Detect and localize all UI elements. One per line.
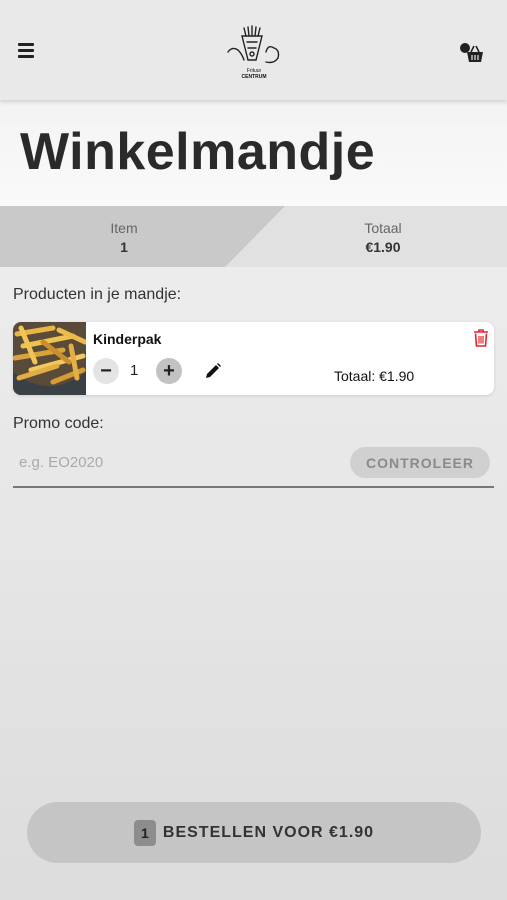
trash-icon [474, 329, 488, 347]
summary-item-value: 1 [120, 239, 128, 255]
minus-icon: − [100, 359, 112, 382]
order-item-count-badge: 1 [133, 819, 156, 846]
item-line-total: Totaal: €1.90 [334, 368, 415, 384]
top-bar: Frituur CENTRUM [0, 0, 507, 100]
summary-total: Totaal €1.90 [303, 220, 463, 255]
title-area: Winkelmandje [0, 100, 507, 206]
logo-text-bottom: CENTRUM [241, 74, 267, 80]
logo[interactable]: Frituur CENTRUM [222, 24, 286, 82]
cart-icon[interactable] [458, 42, 486, 64]
logo-fries-icon [227, 25, 280, 64]
place-order-label: BESTELLEN VOOR €1.90 [162, 823, 375, 841]
product-name: Kinderpak [93, 331, 162, 347]
pencil-icon [206, 363, 221, 378]
cart-item-card: Kinderpak − 1 + Totaal: €1.90 [13, 322, 494, 395]
product-image [13, 322, 86, 395]
summary-total-value: €1.90 [365, 239, 401, 255]
products-section-label: Producten in je mandje: [13, 286, 182, 303]
page-title: Winkelmandje [20, 123, 376, 181]
quantity-increase-button[interactable]: + [156, 358, 182, 384]
summary-item-label: Item [110, 220, 138, 236]
promo-code-input[interactable] [13, 446, 333, 478]
check-promo-button[interactable]: CONTROLEER [350, 447, 490, 478]
quantity-value: 1 [130, 362, 139, 379]
place-order-button[interactable]: 1 BESTELLEN VOOR €1.90 [27, 802, 481, 863]
edit-item-button[interactable] [203, 361, 223, 381]
promo-code-label: Promo code: [13, 415, 104, 432]
summary-total-label: Totaal [364, 220, 402, 236]
hamburger-menu-icon[interactable] [18, 40, 42, 64]
plus-icon: + [163, 359, 175, 382]
delete-item-button[interactable] [473, 329, 489, 347]
summary-item-count: Item 1 [44, 220, 204, 255]
quantity-decrease-button[interactable]: − [93, 358, 119, 384]
promo-code-row: CONTROLEER [13, 440, 494, 488]
cart-summary: Item 1 Totaal €1.90 [0, 206, 507, 267]
